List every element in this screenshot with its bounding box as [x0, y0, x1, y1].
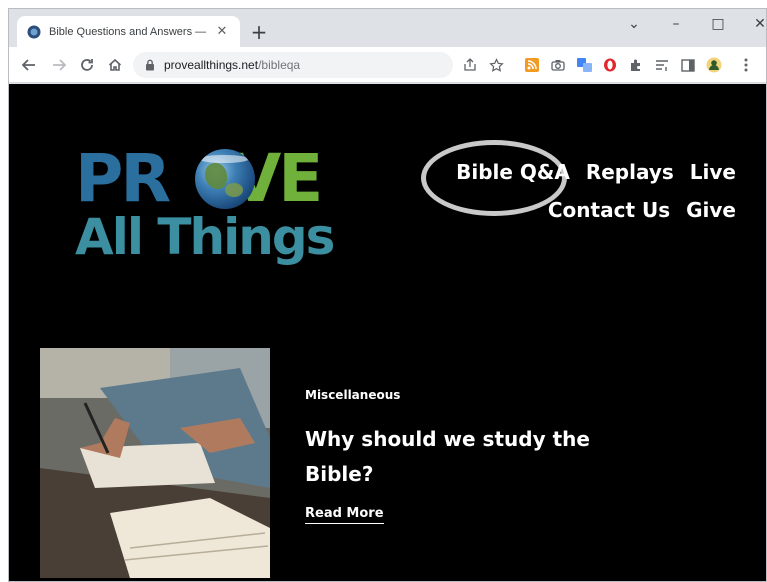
nav-row-2: Contact Us Give: [396, 198, 736, 222]
article-title[interactable]: Why should we study the Bible?: [305, 422, 635, 492]
puzzle-extensions-icon[interactable]: [627, 56, 645, 74]
maximize-button[interactable]: □: [697, 9, 739, 39]
address-bar[interactable]: proveallthings.net/bibleqa: [133, 52, 453, 78]
tab-strip: Bible Questions and Answers — ✕ + ⌄ – □ …: [9, 9, 766, 47]
opera-extension-icon[interactable]: [601, 56, 619, 74]
home-button[interactable]: [103, 53, 127, 77]
browser-toolbar: proveallthings.net/bibleqa: [9, 47, 766, 83]
star-icon[interactable]: [487, 56, 505, 74]
translate-extension-icon[interactable]: [575, 56, 593, 74]
reading-list-icon[interactable]: [653, 56, 671, 74]
back-button[interactable]: [17, 53, 41, 77]
back-arrow-icon: [21, 59, 35, 71]
profile-avatar-icon[interactable]: [705, 56, 723, 74]
nav-link-bible-qa[interactable]: Bible Q&A: [456, 160, 570, 184]
tab-title: Bible Questions and Answers —: [49, 25, 207, 38]
page-content: PR VE All Things Bible Q&A Replays Live C…: [9, 84, 766, 581]
nav-link-replays[interactable]: Replays: [586, 160, 674, 184]
nav-row-1: Bible Q&A Replays Live: [396, 160, 736, 184]
read-more-link[interactable]: Read More: [305, 506, 384, 524]
reload-button[interactable]: [75, 53, 99, 77]
article-summary: Miscellaneous Why should we study the Bi…: [305, 388, 665, 524]
camera-extension-icon[interactable]: [549, 56, 567, 74]
tab-close-icon[interactable]: ✕: [214, 24, 230, 40]
rss-extension-icon[interactable]: [523, 56, 541, 74]
url-host: proveallthings.net: [164, 58, 259, 72]
logo-all-things-text: All Things: [75, 208, 335, 266]
forward-arrow-icon: [53, 59, 67, 71]
forward-button[interactable]: [47, 53, 71, 77]
tab-search-icon[interactable]: ⌄: [613, 9, 655, 39]
url-path: /bibleqa: [258, 58, 301, 72]
close-window-button[interactable]: ✕: [739, 9, 766, 39]
nav-link-contact-us[interactable]: Contact Us: [548, 198, 670, 222]
nav-link-give[interactable]: Give: [686, 198, 736, 222]
browser-window: Bible Questions and Answers — ✕ + ⌄ – □ …: [8, 8, 767, 582]
article-thumbnail-image[interactable]: [40, 348, 270, 578]
new-tab-button[interactable]: +: [247, 20, 271, 44]
lock-icon: [145, 59, 155, 71]
logo-pr-text: PR: [75, 140, 171, 217]
menu-kebab-icon[interactable]: [737, 56, 755, 74]
minimize-button[interactable]: –: [655, 9, 697, 39]
article-category[interactable]: Miscellaneous: [305, 388, 665, 402]
home-icon: [108, 58, 122, 71]
reload-icon: [81, 59, 93, 71]
nav-link-live[interactable]: Live: [690, 160, 736, 184]
site-favicon-icon: [27, 25, 41, 39]
main-nav: Bible Q&A Replays Live Contact Us Give: [396, 160, 736, 222]
active-tab[interactable]: Bible Questions and Answers — ✕: [17, 16, 240, 47]
site-logo[interactable]: PR VE All Things: [75, 146, 365, 276]
side-panel-icon[interactable]: [679, 56, 697, 74]
share-icon[interactable]: [461, 56, 479, 74]
earth-globe-icon: [195, 149, 255, 209]
